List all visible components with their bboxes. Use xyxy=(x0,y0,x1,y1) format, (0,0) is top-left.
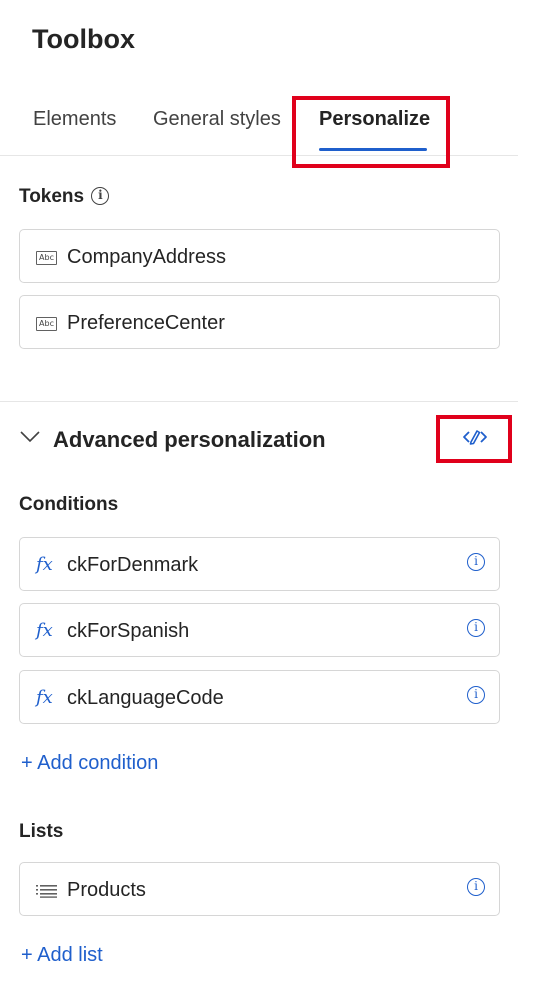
chevron-down-icon xyxy=(19,430,41,449)
info-icon[interactable]: i xyxy=(467,878,485,896)
condition-item-ck-language-code[interactable]: fx ckLanguageCode i xyxy=(19,670,500,724)
info-icon[interactable]: i xyxy=(91,187,110,205)
function-icon: fx xyxy=(36,687,53,708)
info-icon[interactable]: i xyxy=(467,553,485,571)
token-label: CompanyAddress xyxy=(67,246,226,268)
list-icon xyxy=(36,884,58,903)
condition-label: ckLanguageCode xyxy=(67,687,224,709)
condition-label: ckForDenmark xyxy=(67,554,199,576)
add-condition-link[interactable]: + Add condition xyxy=(21,752,158,775)
tab-elements[interactable]: Elements xyxy=(33,108,116,131)
info-icon[interactable]: i xyxy=(467,619,485,637)
conditions-title: Conditions xyxy=(19,494,119,515)
tokens-title: Tokens xyxy=(19,186,85,207)
abc-text-icon: Abc xyxy=(36,251,57,265)
toolbox-title: Toolbox xyxy=(32,24,135,54)
lists-title: Lists xyxy=(19,821,64,842)
advanced-personalization-title: Advanced personalization xyxy=(53,427,326,452)
highlight-box-personalize xyxy=(292,96,450,168)
highlight-box-edit xyxy=(436,415,512,463)
condition-item-ck-for-spanish[interactable]: fx ckForSpanish i xyxy=(19,603,500,657)
list-item-products[interactable]: Products i xyxy=(19,862,500,916)
tab-general-styles[interactable]: General styles xyxy=(153,108,281,131)
tokens-header: Tokens i xyxy=(19,186,110,208)
list-label: Products xyxy=(67,879,146,901)
function-icon: fx xyxy=(36,620,53,641)
function-icon: fx xyxy=(36,554,53,575)
condition-label: ckForSpanish xyxy=(67,620,190,642)
token-item-company-address[interactable]: Abc CompanyAddress xyxy=(19,229,500,283)
add-list-link[interactable]: + Add list xyxy=(21,944,103,967)
section-divider xyxy=(0,401,518,402)
abc-text-icon: Abc xyxy=(36,317,57,331)
token-item-preference-center[interactable]: Abc PreferenceCenter xyxy=(19,295,500,349)
token-label: PreferenceCenter xyxy=(67,312,225,334)
condition-item-ck-for-denmark[interactable]: fx ckForDenmark i xyxy=(19,537,500,591)
info-icon[interactable]: i xyxy=(467,686,485,704)
